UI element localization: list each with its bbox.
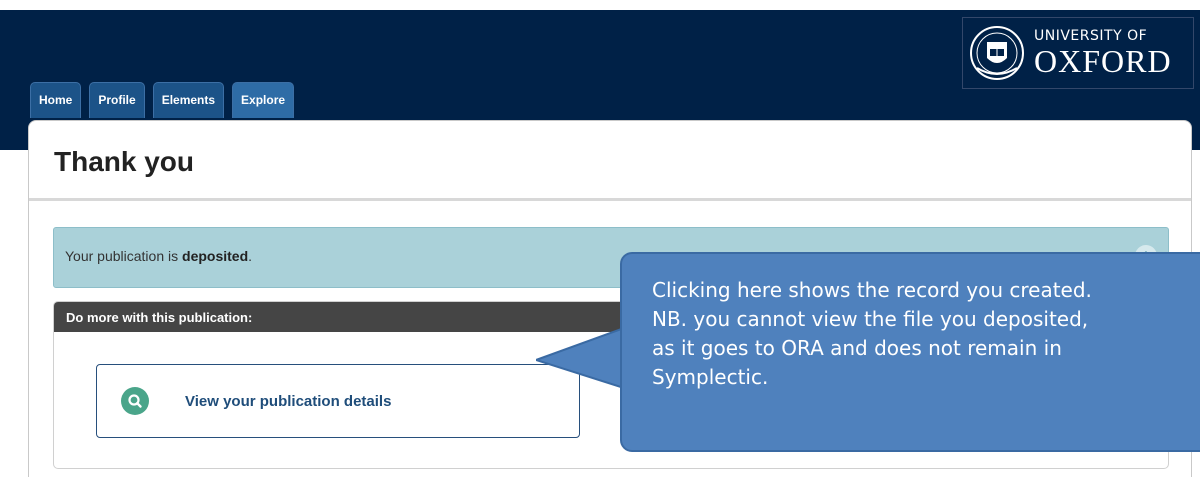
view-publication-details-button[interactable]: View your publication details	[96, 364, 580, 438]
logo-line-1: UNIVERSITY OF	[1034, 28, 1148, 44]
search-icon	[121, 387, 149, 415]
title-divider	[29, 198, 1191, 201]
tab-explore[interactable]: Explore	[232, 82, 295, 118]
alert-status: deposited	[182, 248, 249, 264]
oxford-crest-icon	[970, 26, 1024, 80]
alert-prefix: Your publication is	[65, 248, 183, 264]
annotation-callout: Clicking here shows the record you creat…	[620, 252, 1200, 452]
callout-line-2: NB. you cannot view the file you deposit…	[652, 307, 1089, 331]
page-title: Thank you	[54, 146, 195, 177]
view-publication-details-label: View your publication details	[185, 392, 392, 410]
tab-profile[interactable]: Profile	[89, 82, 145, 118]
callout-pointer	[536, 326, 625, 390]
tab-elements[interactable]: Elements	[152, 82, 225, 118]
alert-suffix: .	[248, 248, 253, 264]
logo-line-2: OXFORD	[1034, 43, 1172, 79]
top-white-strip	[0, 0, 1200, 10]
main-nav-tabs: Home Profile Elements Explore	[30, 82, 302, 118]
oxford-logo[interactable]: UNIVERSITY OF OXFORD	[962, 17, 1194, 89]
callout-line-4: Symplectic.	[652, 365, 769, 389]
callout-line-1: Clicking here shows the record you creat…	[652, 278, 1092, 302]
tab-home[interactable]: Home	[30, 82, 82, 118]
callout-line-3: as it goes to ORA and does not remain in	[652, 336, 1062, 360]
